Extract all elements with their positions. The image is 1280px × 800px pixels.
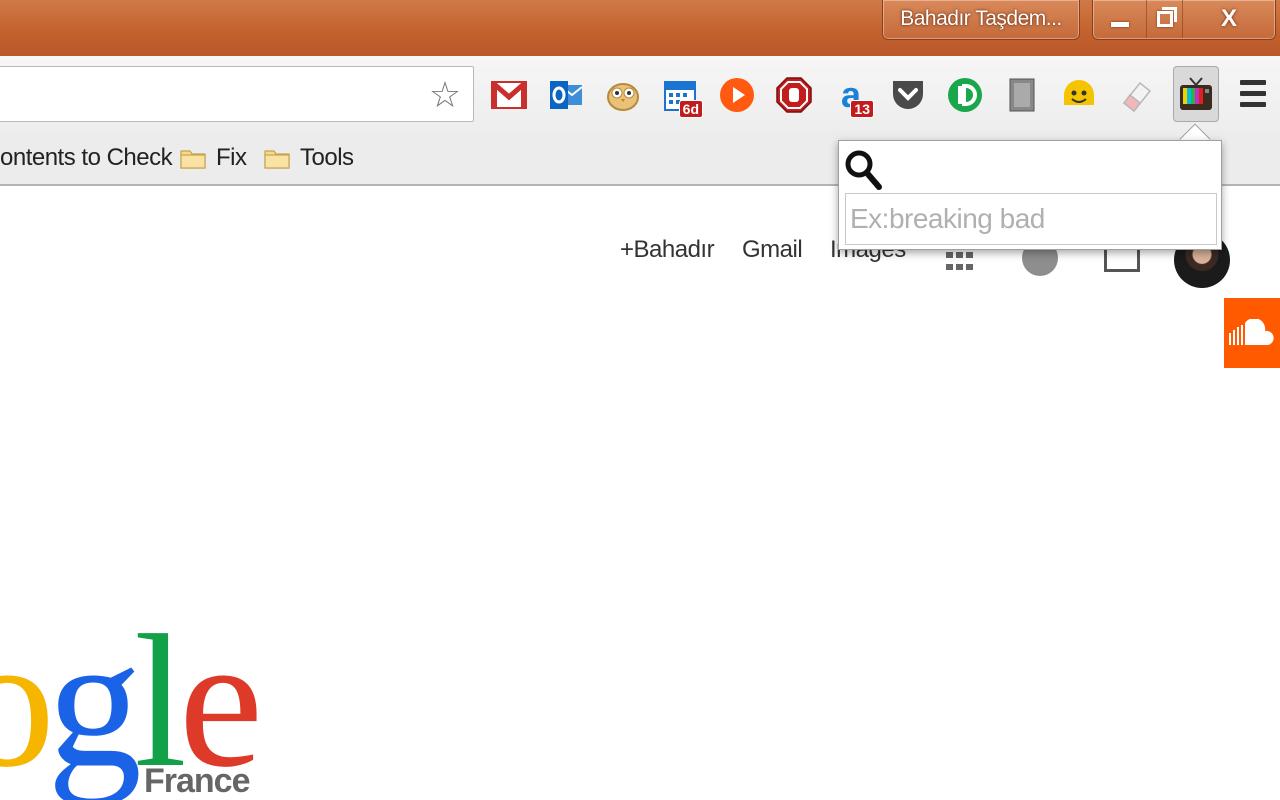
apps-grid-icon[interactable] [946,252,974,272]
trash-extension[interactable] [1003,76,1041,114]
title-bar: Bahadır Taşdem... X [0,0,1280,56]
owl-extension[interactable] [604,76,642,114]
bookmark-item[interactable]: ontents to Check [0,138,173,178]
outlook-icon [550,81,583,109]
smiley-icon [1064,80,1094,105]
bookmark-label: ontents to Check [0,144,173,171]
extension-popup [838,140,1222,250]
play-icon [720,78,754,112]
minimize-icon [1110,21,1129,27]
address-bar[interactable]: ☆ [0,66,474,122]
play-extension[interactable] [718,76,756,114]
bookmark-folder-fix[interactable]: Fix [180,138,247,178]
smiley-extension[interactable] [1060,76,1098,114]
logo-letter: g [47,597,142,800]
soundcloud-icon [1229,319,1274,345]
bookmark-label: Fix [216,144,247,171]
profile-button[interactable]: Bahadır Taşdem... [882,0,1080,40]
restore-icon [1156,7,1177,27]
gmail-extension[interactable] [490,76,528,114]
window-controls: X [1092,0,1276,40]
bookmark-label: Tools [300,144,354,171]
trash-icon [1009,78,1035,112]
stop-adblock-icon [776,77,812,113]
calendar-extension[interactable]: 6d [661,76,703,118]
pocket-extension[interactable] [889,76,927,114]
calendar-badge: 6d [678,100,703,118]
google-plus-link[interactable]: +Bahadır [620,236,715,264]
minimize-button[interactable] [1093,0,1147,38]
pocket-icon [893,81,923,109]
browser-window: Bahadır Taşdem... X ☆ 6d a 13 ontents to… [0,0,1280,800]
gmail-icon [491,81,527,109]
close-button[interactable]: X [1183,0,1275,38]
tv-extension[interactable] [1173,66,1219,122]
green-d-extension[interactable] [946,76,984,114]
folder-icon [264,150,290,169]
amazon-extension[interactable]: a 13 [832,76,874,118]
green-d-icon [948,78,982,112]
amazon-badge: 13 [850,100,874,118]
soundcloud-tab[interactable] [1224,298,1280,368]
logo-region-label: France [144,762,250,800]
owl-icon [607,83,639,111]
tv-icon [1180,77,1212,110]
eraser-extension[interactable] [1117,76,1155,114]
toolbar: ☆ 6d a 13 [0,56,1280,132]
folder-icon [180,150,206,169]
bookmark-star-icon[interactable]: ☆ [427,77,463,113]
bookmark-folder-tools[interactable]: Tools [264,138,354,178]
restore-button[interactable] [1147,0,1183,38]
search-icon [845,150,882,190]
chrome-menu-icon[interactable] [1240,80,1266,110]
popup-search-input[interactable] [845,193,1217,245]
adblock-extension[interactable] [775,76,813,114]
profile-name: Bahadır Taşdem... [900,7,1062,30]
eraser-icon [1122,81,1152,113]
outlook-extension[interactable] [547,76,585,114]
logo-letter: o [0,604,55,800]
gmail-link[interactable]: Gmail [742,236,803,264]
close-icon: X [1220,5,1237,32]
